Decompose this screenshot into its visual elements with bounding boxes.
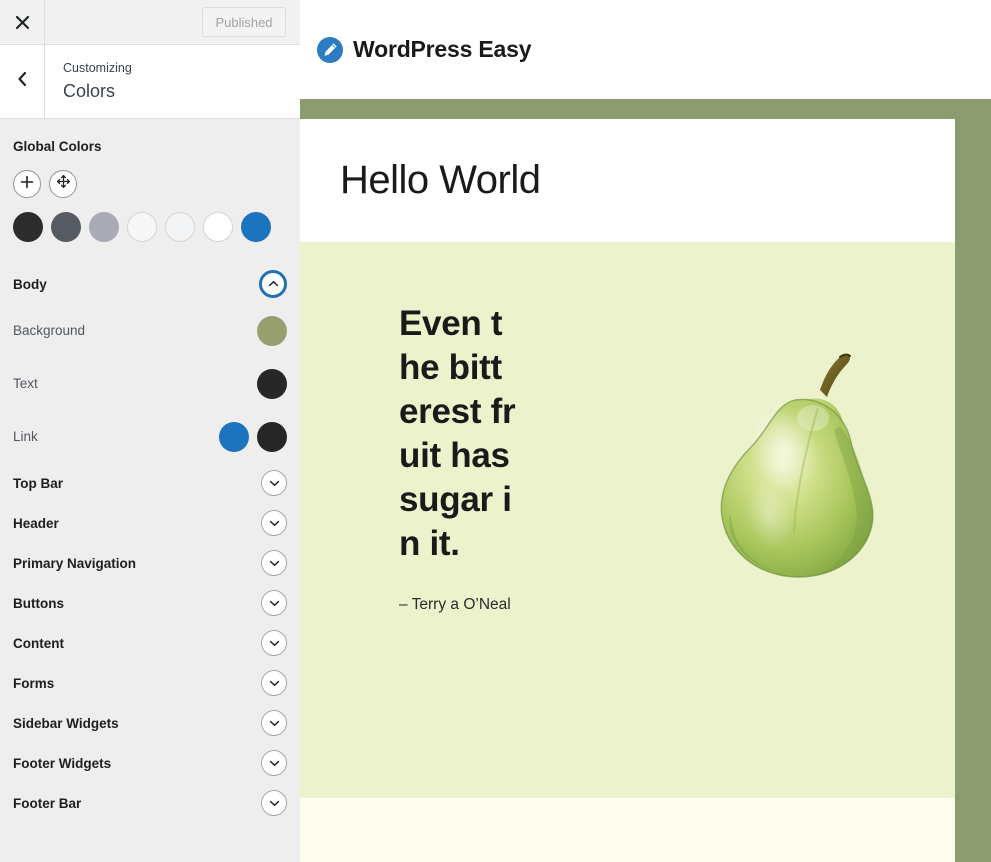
customizer-topbar: Published xyxy=(0,0,300,45)
section-header[interactable]: Header xyxy=(0,503,300,543)
global-colors-title: Global Colors xyxy=(13,139,102,154)
section-content[interactable]: Content xyxy=(0,623,300,663)
preview-site-header: WordPress Easy xyxy=(300,0,991,99)
preview-olive-band xyxy=(300,99,991,119)
body-background-color[interactable] xyxy=(257,315,287,346)
section-footer-bar-label: Footer Bar xyxy=(13,795,82,811)
body-background-label: Background xyxy=(13,323,86,338)
section-sidebar-widgets[interactable]: Sidebar Widgets xyxy=(0,703,300,743)
chevron-down-icon xyxy=(269,754,280,772)
pear-illustration xyxy=(700,338,890,588)
section-sidebar-widgets-label: Sidebar Widgets xyxy=(13,715,119,731)
global-color-1[interactable] xyxy=(13,212,43,242)
preview-footer-band xyxy=(300,799,955,862)
panel-title-group: Customizing Colors xyxy=(45,45,300,118)
section-body[interactable]: Body xyxy=(0,264,300,304)
body-text-label: Text xyxy=(13,376,38,391)
body-link-hover-color[interactable] xyxy=(257,421,287,452)
section-header-label: Header xyxy=(13,515,59,531)
body-link-label: Link xyxy=(13,429,38,444)
chevron-up-icon xyxy=(268,275,279,293)
section-forms[interactable]: Forms xyxy=(0,663,300,703)
section-top-bar-label: Top Bar xyxy=(13,475,63,491)
chevron-down-icon xyxy=(269,474,280,492)
customizer-app: Published Customizing Colors Global Colo… xyxy=(0,0,991,862)
chevron-down-icon xyxy=(269,554,280,572)
body-background-row[interactable]: Background xyxy=(0,304,300,357)
panel-title: Colors xyxy=(63,80,116,101)
section-buttons[interactable]: Buttons xyxy=(0,583,300,623)
quote-citation: – Terry a O’Neal xyxy=(399,595,511,613)
section-primary-navigation-label: Primary Navigation xyxy=(13,555,137,571)
chevron-down-icon xyxy=(269,674,280,692)
section-body-label: Body xyxy=(13,276,47,292)
move-arrows-icon xyxy=(56,174,71,194)
section-buttons-label: Buttons xyxy=(13,595,64,611)
section-sidebar-widgets-toggle[interactable] xyxy=(261,710,287,736)
global-color-3[interactable] xyxy=(89,212,119,242)
global-colors-section: Global Colors xyxy=(0,119,300,242)
site-title: WordPress Easy xyxy=(353,36,532,62)
body-text-controls xyxy=(257,368,287,399)
section-footer-bar-toggle[interactable] xyxy=(261,790,287,816)
chevron-down-icon xyxy=(269,514,280,532)
quote-text: Even the bitterest fruit has sugar in it… xyxy=(399,304,516,563)
close-customizer-button[interactable] xyxy=(0,0,45,44)
body-link-color[interactable] xyxy=(219,421,249,452)
section-footer-widgets-toggle[interactable] xyxy=(261,750,287,776)
page-title: Hello World xyxy=(340,158,541,202)
section-top-bar[interactable]: Top Bar xyxy=(0,463,300,503)
preview-content-card: Hello World Even the bitterest fruit has… xyxy=(300,119,955,862)
plus-icon xyxy=(20,175,34,194)
add-color-button[interactable] xyxy=(13,170,41,198)
chevron-left-icon xyxy=(16,71,29,92)
global-colors-actions xyxy=(13,170,287,198)
body-background-controls xyxy=(257,315,287,346)
chevron-down-icon xyxy=(269,594,280,612)
section-top-bar-toggle[interactable] xyxy=(261,470,287,496)
body-link-controls xyxy=(219,421,287,452)
section-content-label: Content xyxy=(13,635,64,651)
section-footer-widgets[interactable]: Footer Widgets xyxy=(0,743,300,783)
back-button[interactable] xyxy=(0,45,45,118)
chevron-down-icon xyxy=(269,714,280,732)
site-preview[interactable]: WordPress Easy Hello World Even the bitt… xyxy=(300,0,991,862)
panel-eyebrow: Customizing xyxy=(63,61,132,76)
close-icon xyxy=(15,15,30,30)
body-text-row[interactable]: Text xyxy=(0,357,300,410)
global-color-6[interactable] xyxy=(203,212,233,242)
section-forms-toggle[interactable] xyxy=(261,670,287,696)
section-footer-bar[interactable]: Footer Bar xyxy=(0,783,300,823)
global-color-4[interactable] xyxy=(127,212,157,242)
customizer-sidebar: Published Customizing Colors Global Colo… xyxy=(0,0,300,862)
customizer-panel-header: Customizing Colors xyxy=(0,45,300,119)
global-color-5[interactable] xyxy=(165,212,195,242)
global-color-7[interactable] xyxy=(241,212,271,242)
preview-quote-block: Even the bitterest fruit has sugar in it… xyxy=(300,242,955,798)
publish-button[interactable]: Published xyxy=(202,7,286,37)
section-buttons-toggle[interactable] xyxy=(261,590,287,616)
section-primary-navigation[interactable]: Primary Navigation xyxy=(0,543,300,583)
section-forms-label: Forms xyxy=(13,675,55,691)
preview-hero: Hello World xyxy=(300,119,955,242)
customizer-controls: Global Colors Body Background Text Link … xyxy=(0,119,300,862)
section-content-toggle[interactable] xyxy=(261,630,287,656)
chevron-down-icon xyxy=(269,634,280,652)
body-link-row[interactable]: Link xyxy=(0,410,300,463)
pencil-icon xyxy=(317,36,343,63)
global-colors-swatches xyxy=(13,212,287,242)
section-body-toggle[interactable] xyxy=(259,270,287,298)
reorder-colors-button[interactable] xyxy=(49,170,77,198)
global-color-2[interactable] xyxy=(51,212,81,242)
section-primary-navigation-toggle[interactable] xyxy=(261,550,287,576)
color-sections-list: Body Background Text Link Top Bar Header… xyxy=(0,264,300,823)
site-branding[interactable]: WordPress Easy xyxy=(317,36,532,63)
chevron-down-icon xyxy=(269,794,280,812)
section-header-toggle[interactable] xyxy=(261,510,287,536)
body-text-color[interactable] xyxy=(257,368,287,399)
section-footer-widgets-label: Footer Widgets xyxy=(13,755,112,771)
